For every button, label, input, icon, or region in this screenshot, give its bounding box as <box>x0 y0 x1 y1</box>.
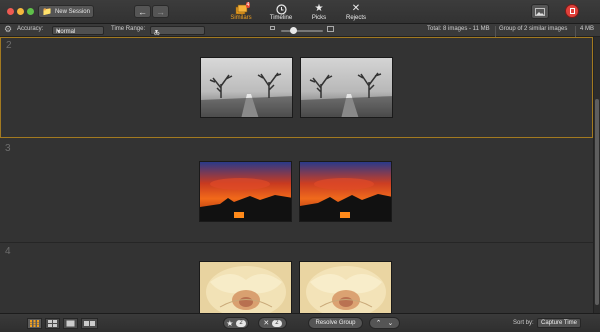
resolve-group-label: Resolve Group <box>315 320 356 326</box>
gear-icon[interactable]: ⚙ <box>4 24 12 35</box>
pick-count: 2 <box>236 319 246 327</box>
group-info: Group of 2 similar images <box>499 26 568 32</box>
tab-picks-label: Picks <box>311 15 327 21</box>
similars-badge: 4 <box>245 2 251 8</box>
tab-rejects[interactable]: ✕ Rejects <box>341 3 371 22</box>
clock-icon <box>275 3 287 15</box>
minimize-window-button[interactable] <box>17 8 24 15</box>
x-icon: ✕ <box>351 3 361 14</box>
image-thumbnail[interactable] <box>199 261 292 313</box>
stop-icon <box>569 8 575 14</box>
main-toolbar: 📁 New Session ← → 4 Similars Timeline ★ … <box>0 0 600 24</box>
sunset-photo <box>300 162 391 221</box>
group-number: 4 <box>5 246 11 257</box>
zoom-window-button[interactable] <box>27 8 34 15</box>
image-thumbnail[interactable] <box>200 57 293 118</box>
back-button[interactable]: ← <box>134 5 151 18</box>
folder-plus-icon: 📁 <box>42 7 52 16</box>
image-view-button[interactable] <box>531 4 549 19</box>
group-navigation[interactable]: ⌃ ⌄ <box>369 317 400 329</box>
options-bar: ⚙ Accuracy: Normal ▼ Time Range: ∞ ▼ Tot… <box>0 24 600 39</box>
chevron-down-icon[interactable]: ⌄ <box>388 319 394 327</box>
sort-select[interactable]: Capture Time <box>537 318 581 328</box>
side-by-side-view-button[interactable] <box>81 318 98 329</box>
winter-trees-photo <box>201 58 292 117</box>
pick-button[interactable]: ★ 2 <box>223 317 249 329</box>
tab-rejects-label: Rejects <box>345 15 366 21</box>
reject-button[interactable]: ✕ 2 <box>258 317 287 329</box>
rose-photo <box>200 262 291 313</box>
accuracy-label: Accuracy: <box>17 26 44 32</box>
reject-stack-icon: ✕ <box>263 320 270 327</box>
image-thumbnail[interactable] <box>299 161 392 222</box>
single-image-icon <box>66 320 75 327</box>
image-thumbnail[interactable] <box>199 161 292 222</box>
small-thumb-icon <box>270 26 275 30</box>
star-icon: ★ <box>314 3 324 14</box>
large-thumb-icon <box>327 26 334 32</box>
group-row[interactable]: 2 <box>0 37 593 138</box>
sunset-photo <box>200 162 291 221</box>
slider-handle[interactable] <box>290 27 297 34</box>
total-info: Total: 8 images - 11 MB <box>427 26 490 32</box>
vertical-scrollbar[interactable] <box>593 37 600 313</box>
similars-icon: 4 <box>235 2 251 15</box>
new-session-label: New Session <box>54 8 90 15</box>
single-view-button[interactable] <box>63 318 78 329</box>
forward-button[interactable]: → <box>152 5 169 18</box>
group-size: 4 MB <box>580 26 595 32</box>
compare-view-button[interactable] <box>45 318 60 329</box>
accuracy-select[interactable]: Normal ▼ <box>52 26 104 35</box>
new-session-button[interactable]: 📁 New Session <box>38 5 94 18</box>
chevron-down-icon: ▼ <box>154 29 159 35</box>
compare-icon <box>48 320 57 327</box>
scrollbar-thumb[interactable] <box>595 99 599 305</box>
thumbnail-size-slider[interactable] <box>281 30 323 32</box>
star-icon: ★ <box>226 318 234 328</box>
tab-similars[interactable]: 4 Similars <box>226 2 256 21</box>
side-by-side-icon <box>84 321 95 326</box>
time-range-label: Time Range: <box>111 26 146 32</box>
sort-label: Sort by: <box>513 320 534 326</box>
bottom-bar: ★ 2 ✕ 2 Resolve Group ⌃ ⌄ Sort by: Captu… <box>0 313 600 332</box>
group-number: 2 <box>6 40 12 51</box>
grid-icon <box>30 320 39 327</box>
tab-timeline[interactable]: Timeline <box>266 3 296 21</box>
group-row[interactable]: 4 <box>0 244 593 313</box>
sort-value: Capture Time <box>541 320 578 326</box>
winter-trees-photo <box>301 58 392 117</box>
close-window-button[interactable] <box>7 8 14 15</box>
record-button[interactable] <box>565 4 579 18</box>
group-row[interactable]: 3 <box>0 141 593 243</box>
image-thumbnail[interactable] <box>300 57 393 118</box>
image-thumbnail[interactable] <box>299 261 392 313</box>
tab-timeline-label: Timeline <box>269 15 293 21</box>
tab-picks[interactable]: ★ Picks <box>304 3 334 22</box>
grid-view-button[interactable] <box>27 318 42 329</box>
group-number: 3 <box>5 143 11 154</box>
tab-similars-label: Similars <box>230 15 252 21</box>
reject-count: 2 <box>272 319 282 327</box>
image-icon <box>535 7 545 16</box>
chevron-up-icon[interactable]: ⌃ <box>376 319 382 327</box>
rose-photo <box>300 262 391 313</box>
chevron-down-icon: ▼ <box>56 29 61 35</box>
similar-groups-list: 2 3 4 <box>0 37 593 313</box>
resolve-group-button[interactable]: Resolve Group <box>308 317 363 329</box>
time-range-select[interactable]: ∞ ▼ <box>150 26 205 38</box>
